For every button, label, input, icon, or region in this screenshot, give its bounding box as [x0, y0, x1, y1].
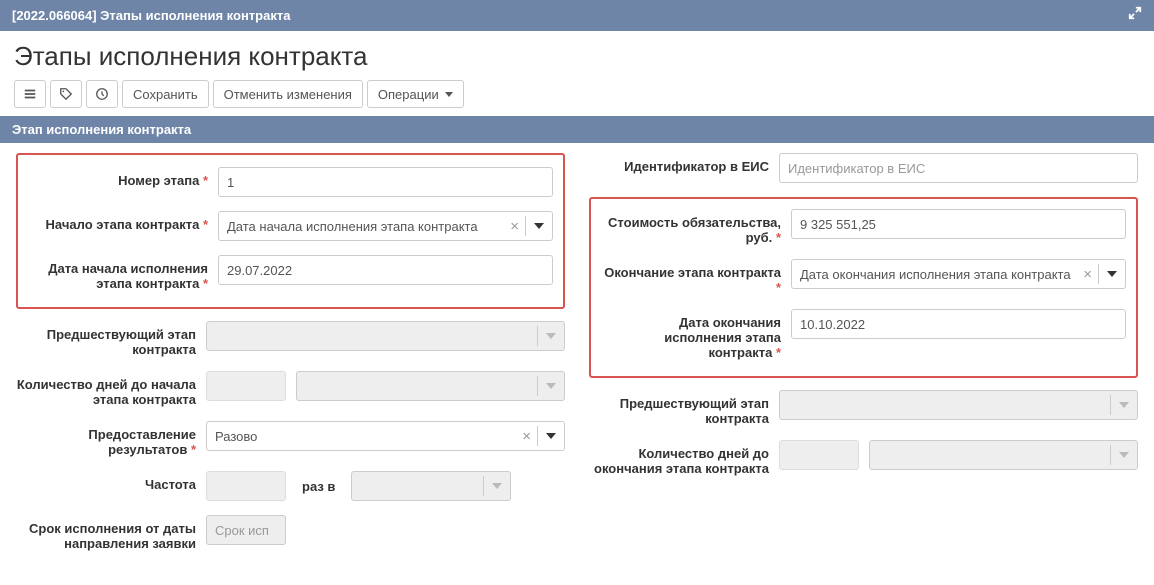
field-exec-start-date: Дата начала исполнения этапа контракта * — [28, 255, 553, 291]
chevron-down-icon — [1110, 445, 1129, 465]
field-frequency: Частота раз в — [16, 471, 565, 501]
required-mark: * — [191, 442, 196, 457]
field-eis-id: Идентификатор в ЕИС — [589, 153, 1138, 183]
expand-icon[interactable] — [1128, 6, 1142, 25]
label-days-to-start: Количество дней до начала этапа контракт… — [17, 377, 196, 407]
field-prev-stage-r: Предшествующий этап контракта — [589, 390, 1138, 426]
right-highlight-group: Стоимость обязательства, руб. * Окончани… — [589, 197, 1138, 378]
label-prev-stage-r: Предшествующий этап контракта — [620, 396, 769, 426]
clear-icon[interactable]: × — [516, 428, 537, 445]
clock-icon — [95, 87, 109, 101]
prev-stage-r-select[interactable] — [779, 390, 1138, 420]
operations-label: Операции — [378, 87, 439, 102]
clear-icon[interactable]: × — [1077, 266, 1098, 283]
label-obligation-cost: Стоимость обязательства, руб. — [608, 215, 781, 245]
chevron-down-icon — [525, 216, 544, 236]
chevron-down-icon — [483, 476, 502, 496]
field-prev-stage: Предшествующий этап контракта — [16, 321, 565, 357]
field-days-to-end: Количество дней до окончания этапа контр… — [589, 440, 1138, 476]
freq-number-input — [206, 471, 286, 501]
days-end-type-select — [869, 440, 1138, 470]
select-value: Дата окончания исполнения этапа контракт… — [800, 267, 1077, 282]
obligation-cost-input[interactable] — [791, 209, 1126, 239]
tag-icon — [59, 87, 73, 101]
required-mark: * — [776, 230, 781, 245]
field-obligation-cost: Стоимость обязательства, руб. * — [601, 209, 1126, 245]
left-highlight-group: Номер этапа * Начало этапа контракта * Д… — [16, 153, 565, 309]
days-end-number-input — [779, 440, 859, 470]
field-contract-end: Окончание этапа контракта * Дата окончан… — [601, 259, 1126, 295]
field-days-to-start: Количество дней до начала этапа контракт… — [16, 371, 565, 407]
freq-unit-select — [351, 471, 511, 501]
label-prev-stage: Предшествующий этап контракта — [47, 327, 196, 357]
required-mark: * — [203, 217, 208, 232]
menu-button[interactable] — [14, 80, 46, 108]
stage-number-input[interactable] — [218, 167, 553, 197]
label-stage-number: Номер этапа — [118, 173, 199, 188]
label-contract-start: Начало этапа контракта — [46, 217, 200, 232]
label-exec-start-date: Дата начала исполнения этапа контракта — [48, 261, 208, 291]
required-mark: * — [203, 173, 208, 188]
field-stage-number: Номер этапа * — [28, 167, 553, 197]
required-mark: * — [203, 276, 208, 291]
label-frequency: Частота — [145, 477, 196, 492]
section-header: Этап исполнения контракта — [0, 116, 1154, 143]
days-type-select — [296, 371, 565, 401]
window-header: [2022.066064] Этапы исполнения контракта — [0, 0, 1154, 31]
window-title: [2022.066064] Этапы исполнения контракта — [12, 8, 290, 23]
required-mark: * — [776, 345, 781, 360]
field-exec-end-date: Дата окончания исполнения этапа контракт… — [601, 309, 1126, 360]
days-number-input — [206, 371, 286, 401]
field-provision: Предоставление результатов * Разово × — [16, 421, 565, 457]
save-button[interactable]: Сохранить — [122, 80, 209, 108]
tag-button[interactable] — [50, 80, 82, 108]
label-provision: Предоставление результатов — [88, 427, 196, 457]
eis-id-input[interactable] — [779, 153, 1138, 183]
select-value: Дата начала исполнения этапа контракта — [227, 219, 504, 234]
label-contract-end: Окончание этапа контракта — [604, 265, 781, 280]
field-contract-start: Начало этапа контракта * Дата начала исп… — [28, 211, 553, 241]
chevron-down-icon — [445, 92, 453, 97]
chevron-down-icon — [537, 376, 556, 396]
chevron-down-icon — [537, 426, 556, 446]
label-eis-id: Идентификатор в ЕИС — [624, 159, 769, 174]
deadline-input[interactable] — [206, 515, 286, 545]
label-deadline: Срок исполнения от даты направления заяв… — [29, 521, 196, 551]
contract-start-select[interactable]: Дата начала исполнения этапа контракта × — [218, 211, 553, 241]
label-exec-end-date: Дата окончания исполнения этапа контракт… — [664, 315, 781, 360]
select-value: Разово — [215, 429, 516, 444]
history-button[interactable] — [86, 80, 118, 108]
chevron-down-icon — [537, 326, 556, 346]
exec-start-date-input[interactable] — [218, 255, 553, 285]
exec-end-date-input[interactable] — [791, 309, 1126, 339]
operations-button[interactable]: Операции — [367, 80, 464, 108]
field-deadline: Срок исполнения от даты направления заяв… — [16, 515, 565, 551]
provision-select[interactable]: Разово × — [206, 421, 565, 451]
left-column: Номер этапа * Начало этапа контракта * Д… — [16, 153, 565, 565]
freq-mid-label: раз в — [296, 479, 341, 494]
toolbar: Сохранить Отменить изменения Операции — [14, 80, 1140, 108]
cancel-button[interactable]: Отменить изменения — [213, 80, 363, 108]
chevron-down-icon — [1110, 395, 1129, 415]
chevron-down-icon — [1098, 264, 1117, 284]
contract-end-select[interactable]: Дата окончания исполнения этапа контракт… — [791, 259, 1126, 289]
form-area: Номер этапа * Начало этапа контракта * Д… — [0, 143, 1154, 585]
label-days-to-end: Количество дней до окончания этапа контр… — [594, 446, 769, 476]
page-title: Этапы исполнения контракта — [14, 41, 1140, 72]
menu-icon — [23, 87, 37, 101]
right-column: Идентификатор в ЕИС Стоимость обязательс… — [589, 153, 1138, 565]
prev-stage-select[interactable] — [206, 321, 565, 351]
clear-icon[interactable]: × — [504, 218, 525, 235]
required-mark: * — [776, 280, 781, 295]
